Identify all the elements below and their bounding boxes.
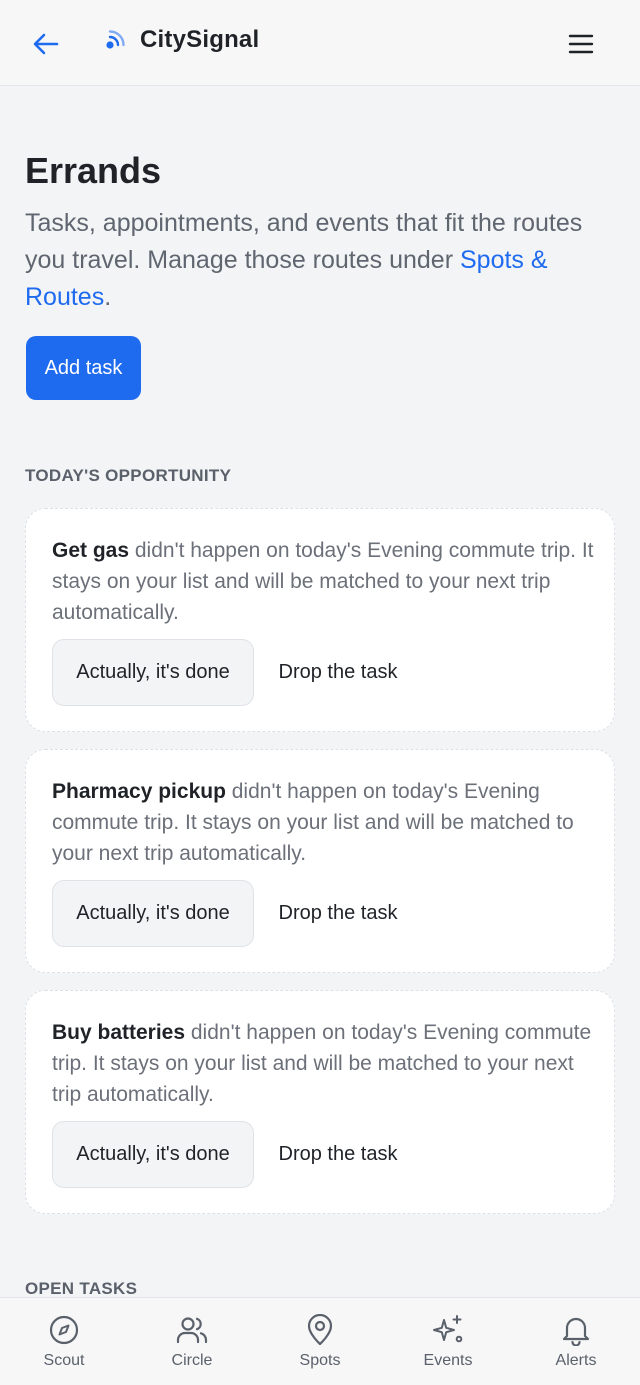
bell-icon	[560, 1314, 592, 1346]
mark-done-button[interactable]: Actually, it's done	[52, 880, 254, 947]
nav-label: Alerts	[555, 1352, 597, 1369]
drop-task-button[interactable]: Drop the task	[268, 639, 408, 706]
task-name: Pharmacy pickup	[52, 780, 226, 803]
hamburger-menu-icon	[568, 34, 594, 54]
missed-task-card: Buy batteries didn't happen on today's E…	[25, 990, 615, 1214]
mark-done-button[interactable]: Actually, it's done	[52, 1121, 254, 1188]
add-task-button[interactable]: Add task	[26, 336, 141, 400]
nav-item-circle[interactable]: Circle	[137, 1298, 247, 1385]
people-icon	[176, 1314, 208, 1346]
compass-icon	[48, 1314, 80, 1346]
nav-label: Circle	[171, 1352, 213, 1369]
drop-task-button[interactable]: Drop the task	[268, 1121, 408, 1188]
intro-end: .	[104, 283, 112, 311]
card-message: Buy batteries didn't happen on today's E…	[52, 1017, 600, 1110]
brand[interactable]: CitySignal	[104, 26, 259, 54]
app-name: CitySignal	[140, 26, 260, 53]
section-heading-todays-opportunity: TODAY'S OPPORTUNITY	[25, 466, 232, 485]
nav-item-events[interactable]: Events	[393, 1298, 503, 1385]
nav-label: Spots	[299, 1352, 341, 1369]
nav-item-alerts[interactable]: Alerts	[521, 1298, 631, 1385]
mark-done-button[interactable]: Actually, it's done	[52, 639, 254, 706]
arrow-left-icon	[33, 33, 59, 55]
signal-icon	[106, 30, 125, 49]
card-message: Pharmacy pickup didn't happen on today's…	[52, 776, 600, 869]
nav-label: Scout	[43, 1352, 85, 1369]
nav-item-spots[interactable]: Spots	[265, 1298, 375, 1385]
card-message: Get gas didn't happen on today's Evening…	[52, 535, 600, 628]
sparkles-icon	[432, 1314, 464, 1346]
task-name: Buy batteries	[52, 1021, 186, 1044]
missed-task-card: Get gas didn't happen on today's Evening…	[25, 508, 615, 732]
nav-item-scout[interactable]: Scout	[9, 1298, 119, 1385]
bottom-navigation: Scout Circle Spots Events Alerts	[0, 1297, 640, 1385]
task-name: Get gas	[52, 539, 130, 562]
nav-label: Events	[423, 1352, 473, 1369]
section-heading-open-tasks: OPEN TASKS	[25, 1279, 138, 1298]
task-message: didn't happen on today's Evening commute…	[52, 539, 594, 624]
top-app-bar: CitySignal	[0, 0, 640, 86]
map-pin-icon	[304, 1314, 336, 1346]
menu-button[interactable]	[560, 24, 602, 64]
back-button[interactable]	[26, 24, 66, 64]
drop-task-button[interactable]: Drop the task	[268, 880, 408, 947]
intro-text: Tasks, appointments, and events that fit…	[25, 205, 625, 316]
page-title: Errands	[25, 150, 162, 191]
missed-task-card: Pharmacy pickup didn't happen on today's…	[25, 749, 615, 973]
